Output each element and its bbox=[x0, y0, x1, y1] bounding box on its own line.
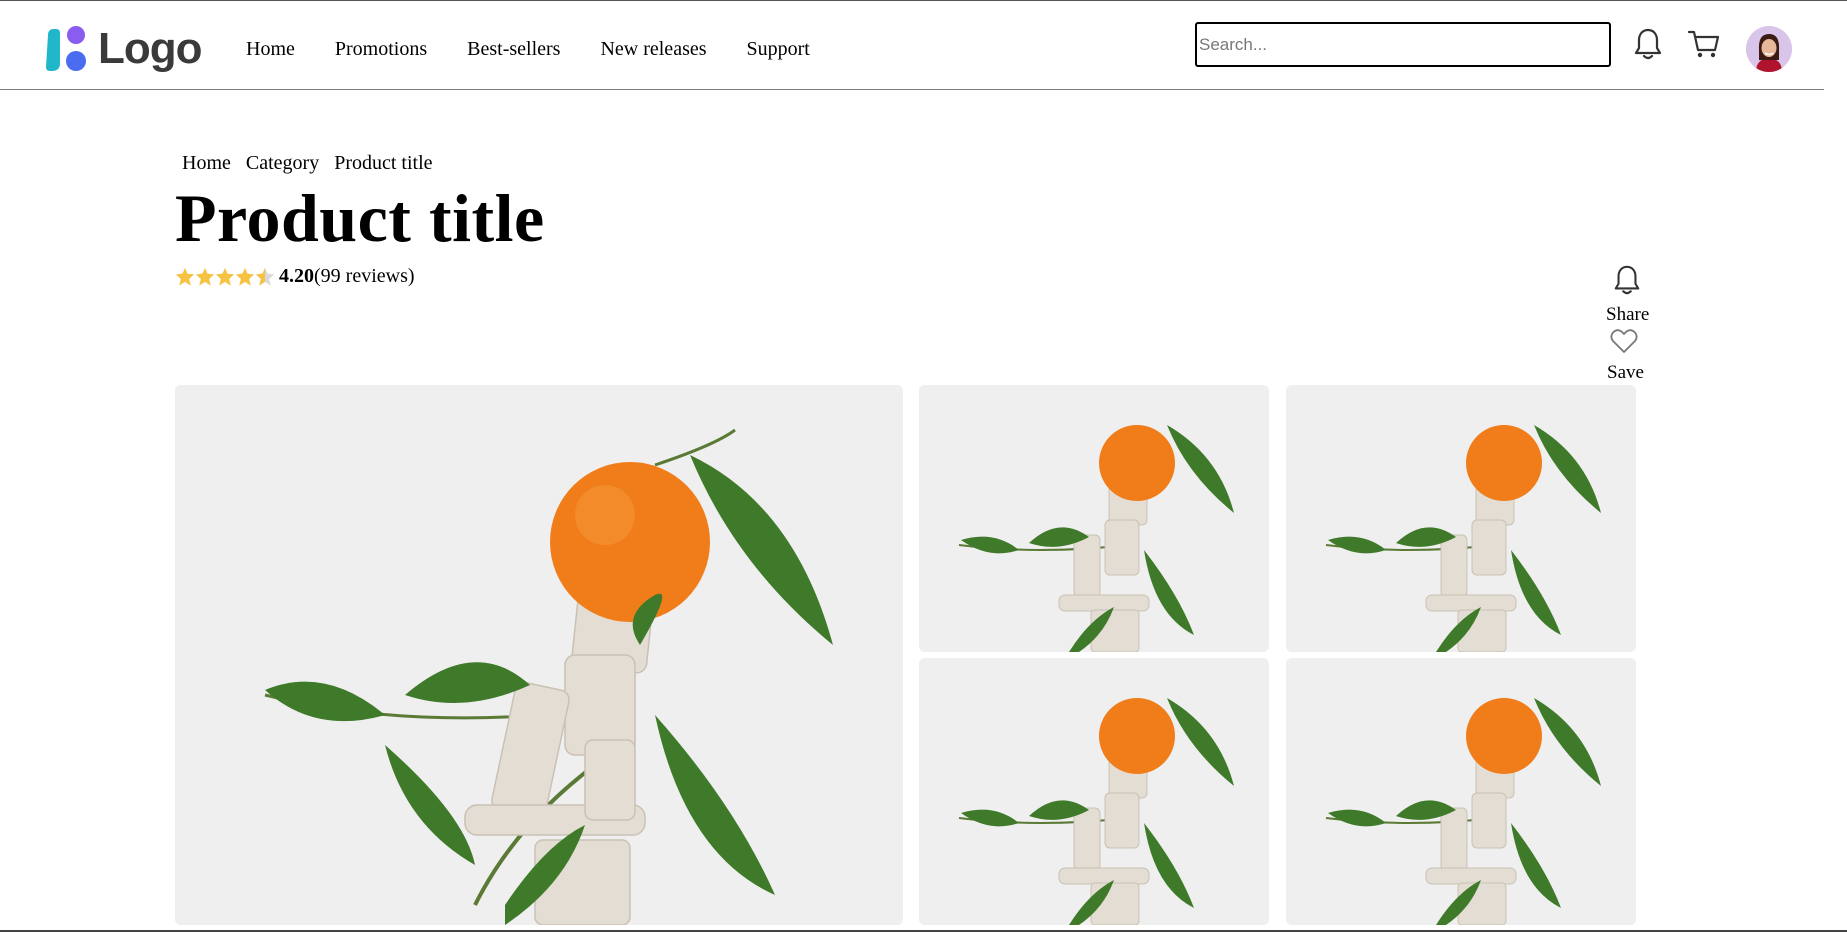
product-rating[interactable]: 4.20 (99 reviews) bbox=[175, 264, 415, 288]
logo-text: Logo bbox=[98, 24, 203, 73]
star-icon bbox=[215, 267, 235, 286]
search-input[interactable] bbox=[1195, 22, 1611, 67]
breadcrumb-category[interactable]: Category bbox=[246, 151, 319, 175]
product-thumbnail-4[interactable] bbox=[1286, 658, 1636, 925]
avatar[interactable] bbox=[1746, 26, 1792, 72]
user-avatar-icon bbox=[1746, 26, 1792, 72]
breadcrumb-current: Product title bbox=[334, 152, 433, 174]
product-photo bbox=[175, 385, 903, 925]
product-photo bbox=[1286, 385, 1636, 652]
nav-support[interactable]: Support bbox=[747, 37, 810, 61]
page-title: Product title bbox=[175, 180, 545, 256]
product-photo bbox=[919, 385, 1269, 652]
star-icon bbox=[235, 267, 255, 286]
logo-mark-icon bbox=[46, 26, 86, 71]
product-thumbnail-1[interactable] bbox=[919, 385, 1269, 652]
cart-button[interactable] bbox=[1686, 27, 1722, 61]
product-main-image[interactable] bbox=[175, 385, 903, 925]
review-count[interactable]: (99 reviews) bbox=[314, 264, 415, 288]
product-thumbnail-2[interactable] bbox=[1286, 385, 1636, 652]
star-half-icon bbox=[255, 267, 275, 286]
nav-home[interactable]: Home bbox=[246, 37, 295, 61]
notifications-button[interactable] bbox=[1632, 27, 1664, 61]
rating-value: 4.20 bbox=[279, 265, 314, 287]
nav-promotions[interactable]: Promotions bbox=[335, 37, 427, 61]
product-photo bbox=[1286, 658, 1636, 925]
share-button[interactable] bbox=[1612, 264, 1642, 296]
share-label[interactable]: Share bbox=[1606, 304, 1649, 326]
save-label[interactable]: Save bbox=[1607, 362, 1644, 384]
site-header: Logo Home Promotions Best-sellers New re… bbox=[0, 1, 1824, 90]
cart-icon bbox=[1687, 30, 1720, 58]
save-button[interactable] bbox=[1610, 328, 1638, 354]
heart-icon bbox=[1610, 329, 1638, 353]
main-nav: Home Promotions Best-sellers New release… bbox=[246, 37, 850, 61]
star-icon bbox=[195, 267, 215, 286]
nav-new-releases[interactable]: New releases bbox=[600, 37, 706, 61]
product-thumbnail-3[interactable] bbox=[919, 658, 1269, 925]
rating-stars bbox=[175, 267, 275, 286]
star-icon bbox=[175, 267, 195, 286]
bell-icon bbox=[1614, 265, 1640, 295]
product-photo bbox=[919, 658, 1269, 925]
breadcrumb-home[interactable]: Home bbox=[182, 151, 231, 175]
bell-icon bbox=[1634, 28, 1662, 60]
logo[interactable]: Logo bbox=[44, 24, 203, 73]
nav-best-sellers[interactable]: Best-sellers bbox=[467, 37, 560, 61]
breadcrumb: Home Category Product title bbox=[182, 151, 448, 175]
